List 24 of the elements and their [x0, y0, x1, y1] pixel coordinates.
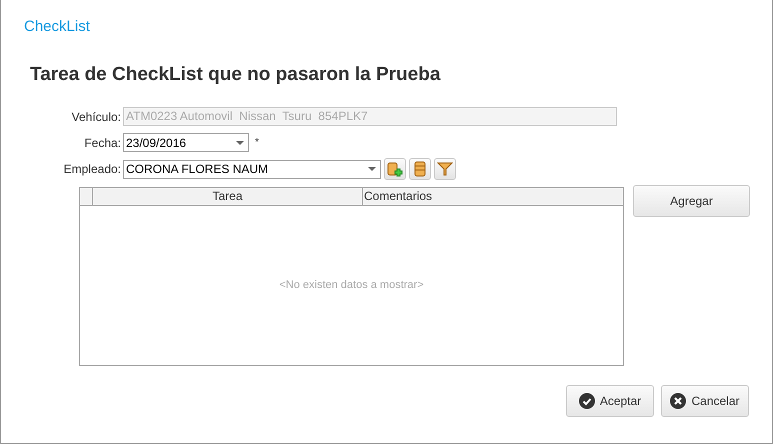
- toolbar-button[interactable]: [434, 158, 456, 180]
- column-header[interactable]: Comentarios: [363, 188, 623, 205]
- app-title: CheckList: [24, 17, 91, 37]
- field-label: Empleado:: [62, 161, 122, 178]
- cancel-button[interactable]: Cancelar: [661, 385, 749, 417]
- date-field[interactable]: 23/09/2016: [123, 133, 249, 152]
- dropdown-caret-icon[interactable]: [368, 167, 376, 171]
- database-icon: [412, 161, 428, 177]
- field-label: Fecha:: [83, 134, 122, 152]
- column-header[interactable]: Tarea: [93, 188, 363, 205]
- page-heading: Tarea de CheckList que no pasaron la Prueba: [30, 62, 442, 86]
- employee-field[interactable]: CORONA FLORES NAUM: [123, 160, 381, 178]
- checkmark-icon: [578, 393, 595, 409]
- close-icon: [670, 393, 686, 409]
- toolbar-button[interactable]: [409, 158, 431, 180]
- dropdown-caret-icon[interactable]: [236, 140, 244, 144]
- add-button[interactable]: Agregar: [633, 185, 750, 217]
- accept-button[interactable]: Aceptar: [566, 385, 654, 417]
- field-label: Vehículo:: [70, 108, 122, 126]
- funnel-icon: [437, 161, 453, 177]
- required-mark: *: [255, 136, 259, 150]
- database-add-icon: [387, 161, 403, 177]
- empty-message: <No existen datos a mostrar>: [279, 278, 424, 294]
- toolbar-button[interactable]: [384, 158, 406, 180]
